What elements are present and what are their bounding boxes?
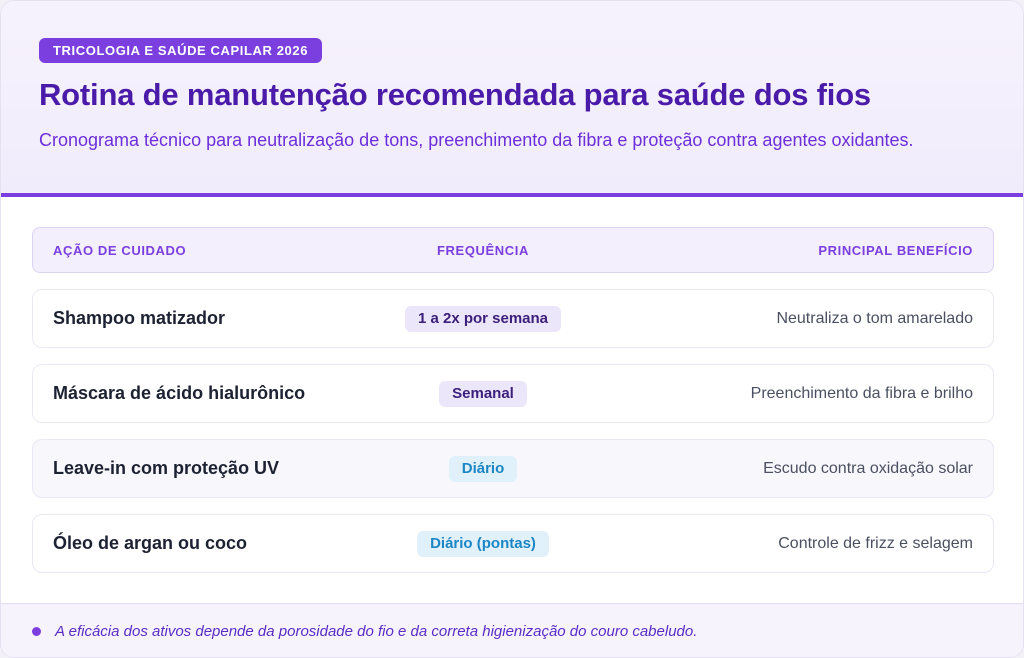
frequency-badge: 1 a 2x por semana xyxy=(404,305,562,332)
table-header: AÇÃO DE CUIDADO FREQUÊNCIA PRINCIPAL BEN… xyxy=(32,227,994,273)
row-action: Shampoo matizador xyxy=(53,308,226,328)
column-header-benefit: PRINCIPAL BENEFÍCIO xyxy=(818,242,973,258)
card-footer: A eficácia dos ativos depende da porosid… xyxy=(1,603,1023,657)
row-benefit: Preenchimento da fibra e brilho xyxy=(750,384,973,402)
page-subtitle: Cronograma técnico para neutralização de… xyxy=(39,130,914,150)
frequency-badge: Diário (pontas) xyxy=(417,530,549,557)
row-action: Máscara de ácido hialurônico xyxy=(53,383,306,403)
column-header-action: AÇÃO DE CUIDADO xyxy=(53,242,187,258)
row-benefit: Escudo contra oxidação solar xyxy=(763,459,973,477)
column-header-frequency: FREQUÊNCIA xyxy=(437,242,529,258)
row-benefit: Controle de frizz e selagem xyxy=(778,534,973,552)
frequency-badge: Semanal xyxy=(439,380,527,407)
row-action: Óleo de argan ou coco xyxy=(53,533,248,553)
routine-table: AÇÃO DE CUIDADO FREQUÊNCIA PRINCIPAL BEN… xyxy=(32,227,994,573)
table-row: Leave-in com proteção UV Diário Escudo c… xyxy=(32,439,994,498)
category-tag: TRICOLOGIA E SAÚDE CAPILAR 2026 xyxy=(39,38,323,63)
card-header: TRICOLOGIA E SAÚDE CAPILAR 2026 Rotina d… xyxy=(1,1,1023,197)
row-action: Leave-in com proteção UV xyxy=(53,458,280,478)
page-title: Rotina de manutenção recomendada para sa… xyxy=(39,77,871,112)
frequency-badge: Diário xyxy=(448,455,518,482)
routine-card: TRICOLOGIA E SAÚDE CAPILAR 2026 Rotina d… xyxy=(0,0,1024,658)
table-row: Shampoo matizador 1 a 2x por semana Neut… xyxy=(32,289,994,348)
row-benefit: Neutraliza o tom amarelado xyxy=(776,309,973,327)
footer-note: A eficácia dos ativos depende da porosid… xyxy=(55,623,698,640)
bullet-dot-icon xyxy=(32,627,41,636)
table-row: Óleo de argan ou coco Diário (pontas) Co… xyxy=(32,514,994,573)
table-row: Máscara de ácido hialurônico Semanal Pre… xyxy=(32,364,994,423)
